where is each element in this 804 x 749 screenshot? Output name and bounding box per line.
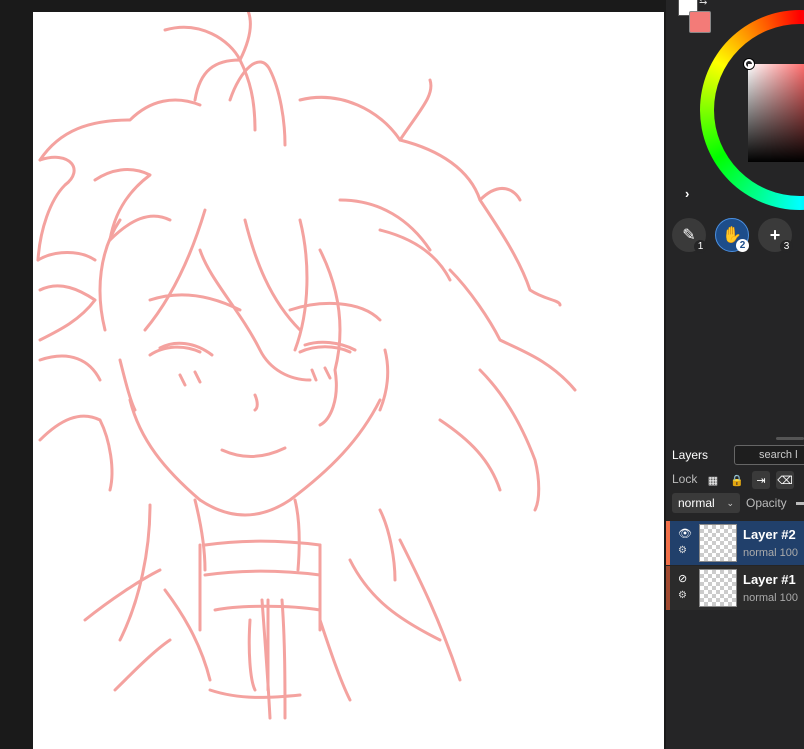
hair-stroke: [38, 284, 97, 342]
hair-stroke: [38, 354, 102, 382]
hair-stroke: [36, 251, 97, 262]
eye-stroke: [310, 368, 318, 382]
blend-row: normal ⌄ Opacity: [666, 492, 804, 514]
hair-stroke: [198, 248, 312, 382]
layers-title: Layers: [672, 448, 709, 462]
layer-thumbnail: [699, 569, 737, 607]
hair-stroke: [38, 414, 114, 492]
layer-search-input[interactable]: search l: [734, 445, 804, 465]
hair-stroke: [243, 218, 302, 332]
hair-stroke: [378, 228, 452, 282]
hair-stroke: [38, 98, 202, 162]
layer-color-tag: [666, 566, 670, 610]
hair-stroke: [478, 198, 562, 307]
collar-stroke: [203, 569, 322, 577]
hair-stroke: [298, 78, 433, 142]
hair-stroke: [98, 218, 122, 332]
color-swatches: ⇆: [672, 0, 712, 34]
mouth-stroke: [220, 446, 287, 458]
layer-thumbnail: [699, 524, 737, 562]
lock-label: Lock: [672, 472, 698, 486]
hair-stroke: [438, 418, 502, 492]
canvas-area[interactable]: [0, 0, 666, 749]
face-outline: [128, 398, 202, 502]
right-panel: ⇆ › ✎ 1 ✋ 2 + 3 Layers ⚲: [666, 0, 804, 749]
jacket-stroke: [118, 503, 152, 642]
layer-name: Layer #2: [743, 527, 796, 542]
blend-mode-select[interactable]: normal ⌄: [672, 493, 740, 513]
saturation-value-handle[interactable]: [744, 59, 754, 69]
brush-tool-button[interactable]: ✎ 1: [672, 218, 707, 253]
tool-number: 1: [694, 240, 707, 253]
brush-icon: ✎: [682, 227, 696, 244]
blend-mode-value: normal: [678, 496, 715, 510]
layer-settings-icon[interactable]: ⚙: [678, 590, 687, 601]
hair-stroke: [318, 248, 342, 427]
sketch-strokes: [36, 12, 577, 720]
zipper-stroke: [247, 618, 257, 692]
layer-color-tag: [666, 521, 670, 565]
swap-colors-icon[interactable]: ⇆: [699, 0, 707, 7]
eye-stroke: [193, 370, 202, 384]
eye-icon[interactable]: 👁: [678, 527, 692, 540]
tool-number: 3: [780, 240, 793, 253]
add-tool-button[interactable]: + 3: [758, 218, 793, 253]
jacket-stroke: [318, 618, 352, 702]
layer-meta: normal 100: [743, 592, 799, 604]
layer-item[interactable]: ⊘ ⚙ Layer #1 normal 100: [666, 566, 804, 610]
eye-stroke: [148, 345, 202, 357]
foreground-color-swatch[interactable]: [689, 11, 711, 33]
eraser-icon[interactable]: ⌫: [776, 471, 794, 489]
layer-item[interactable]: 👁 ⚙ Layer #2 normal 100: [666, 521, 804, 565]
jacket-stroke: [113, 638, 172, 692]
saturation-value-picker[interactable]: [748, 64, 804, 162]
chevron-down-icon: ⌄: [726, 498, 734, 508]
eye-hidden-icon[interactable]: ⊘: [678, 572, 687, 585]
eye-stroke: [298, 345, 352, 354]
lock-transparency-icon[interactable]: ▦: [704, 471, 722, 489]
tool-number: 2: [736, 239, 749, 252]
jacket-stroke: [163, 588, 212, 682]
opacity-label: Opacity: [746, 496, 787, 510]
hair-stroke: [143, 208, 207, 332]
hair-stroke: [478, 368, 541, 512]
face-outline: [118, 358, 137, 412]
collar-stroke: [203, 539, 322, 547]
hand-tool-button[interactable]: ✋ 2: [715, 218, 749, 252]
layers-header: Layers ⚲ search l: [666, 440, 804, 468]
app-window: ⇆ › ✎ 1 ✋ 2 + 3 Layers ⚲: [0, 0, 804, 749]
plus-icon: +: [769, 224, 781, 245]
neck-stroke: [293, 498, 301, 572]
layer-name: Layer #1: [743, 572, 796, 587]
hair-stroke: [228, 60, 287, 147]
sketch-drawing: [36, 12, 577, 720]
jacket-stroke: [83, 568, 162, 622]
eye-stroke: [323, 366, 332, 380]
eye-stroke: [178, 373, 187, 387]
hair-stroke: [36, 155, 76, 262]
jacket-stroke: [378, 508, 397, 582]
layer-settings-icon[interactable]: ⚙: [678, 545, 687, 556]
face-outline: [198, 398, 382, 517]
lock-row: Lock ▦ 🔒 ⇥ ⌫: [666, 470, 804, 490]
hair-stroke: [338, 198, 432, 252]
lock-position-icon[interactable]: ⇥: [752, 471, 770, 489]
opacity-slider[interactable]: [796, 502, 804, 505]
hair-stroke: [448, 268, 577, 392]
lock-icon[interactable]: 🔒: [728, 471, 746, 489]
chevron-right-icon[interactable]: ›: [685, 186, 689, 201]
jacket-stroke: [398, 538, 462, 682]
drawing-canvas[interactable]: [33, 12, 664, 749]
hair-stroke: [163, 12, 252, 62]
hair-stroke: [398, 138, 522, 202]
zipper-stroke: [280, 598, 287, 720]
nose-stroke: [253, 393, 259, 412]
layer-meta: normal 100: [743, 547, 799, 559]
